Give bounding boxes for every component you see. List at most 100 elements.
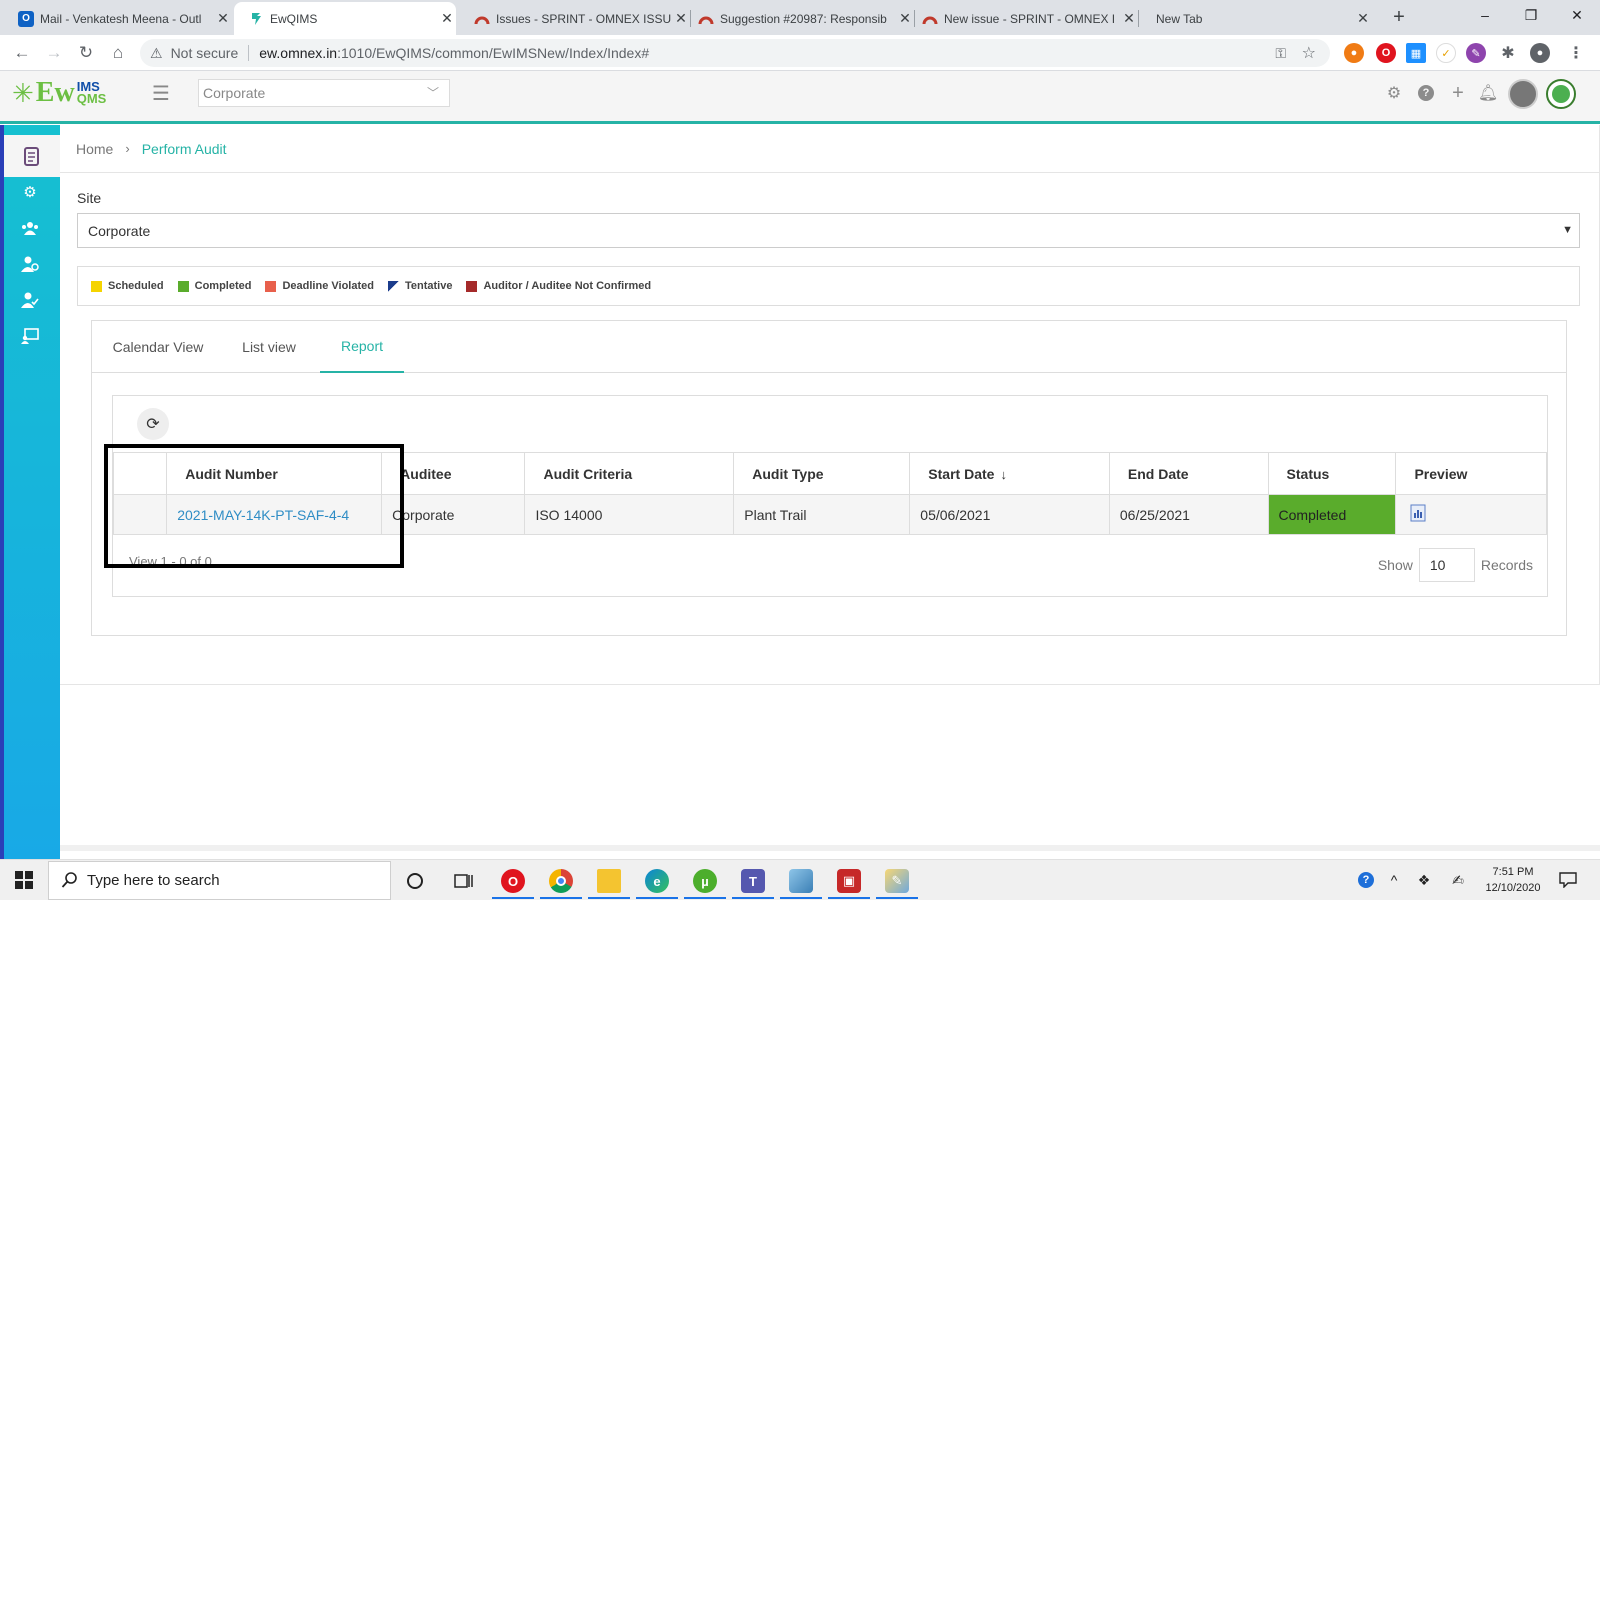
profile-icon[interactable]: ●	[1530, 43, 1550, 63]
sidebar-audit-icon[interactable]	[4, 135, 60, 177]
sidebar-user-check-icon[interactable]	[16, 286, 44, 314]
cortana-icon[interactable]	[392, 863, 438, 899]
column-header-preview[interactable]: Preview	[1395, 452, 1547, 495]
column-header-auditee[interactable]: Auditee	[381, 452, 526, 495]
address-bar[interactable]: ⚠ Not secure ew.omnex.in :1010/EwQIMS/co…	[140, 39, 1330, 67]
legend-swatch	[387, 280, 399, 292]
browser-tab-suggestion[interactable]: Suggestion #20987: Responsib ✕	[692, 2, 914, 35]
url-path[interactable]: :1010/EwQIMS/common/EwIMSNew/Index/Index…	[337, 45, 649, 61]
search-icon	[61, 871, 79, 893]
sidebar-settings-icon[interactable]: ⚙	[16, 178, 44, 206]
legend-completed: Completed	[177, 280, 251, 292]
site-dropdown[interactable]: Corporate ▼	[77, 213, 1580, 248]
help-tray-icon[interactable]: ?	[1356, 870, 1376, 890]
close-icon[interactable]: ✕	[438, 10, 456, 27]
opera-taskbar-icon[interactable]: O	[490, 863, 536, 899]
column-header-audit-type[interactable]: Audit Type	[733, 452, 911, 495]
tab-list-view[interactable]: List view	[224, 321, 314, 373]
forward-icon[interactable]: →	[42, 41, 66, 65]
utorrent-taskbar-icon[interactable]: µ	[682, 863, 728, 899]
browser-tab-new-tab[interactable]: New Tab ✕	[1150, 2, 1372, 35]
legend-scheduled: Scheduled	[91, 280, 164, 292]
url-host[interactable]: ew.omnex.in	[259, 45, 337, 61]
legend-tentative: Tentative	[387, 280, 452, 292]
settings-gear-icon[interactable]: ⚙	[1384, 83, 1404, 103]
security-label[interactable]: Not secure	[171, 45, 239, 61]
refresh-icon[interactable]: ⟳	[137, 408, 169, 440]
company-logo-icon[interactable]	[1546, 79, 1576, 109]
chevron-up-icon[interactable]: ^	[1384, 870, 1404, 890]
firefox-ext-icon[interactable]: ●	[1344, 43, 1364, 63]
security-app-taskbar-icon[interactable]: ▣	[826, 863, 872, 899]
help-icon[interactable]: ?	[1416, 83, 1436, 103]
new-tab-button[interactable]: +	[1388, 6, 1410, 28]
task-view-icon[interactable]	[440, 863, 486, 899]
reload-icon[interactable]: ↻	[74, 41, 98, 65]
report-preview-icon[interactable]	[1410, 504, 1426, 525]
ewqims-logo[interactable]: ✳ Ew IMS QMS	[12, 77, 106, 109]
more-menu-icon[interactable]: ⋮	[1566, 43, 1586, 63]
column-header-audit-criteria[interactable]: Audit Criteria	[524, 452, 735, 495]
end-date-cell: 06/25/2021	[1108, 494, 1269, 535]
close-icon[interactable]: ✕	[672, 10, 690, 27]
column-header-end-date[interactable]: End Date	[1108, 452, 1269, 495]
windows-start-icon[interactable]	[14, 870, 34, 890]
restore-button[interactable]: ❐	[1508, 0, 1554, 30]
browser-tab-outlook[interactable]: O Mail - Venkatesh Meena - Outl ✕	[10, 2, 232, 35]
row-select-cell[interactable]	[112, 494, 168, 535]
back-icon[interactable]: ←	[10, 41, 34, 65]
audit-report-table: Audit Number Auditee Audit Criteria Audi…	[112, 452, 1547, 535]
opera-ext-icon[interactable]: O	[1376, 43, 1396, 63]
chrome-taskbar-icon[interactable]	[538, 863, 584, 899]
paint-taskbar-icon[interactable]: ✎	[874, 863, 920, 899]
app-taskbar-icon[interactable]	[778, 863, 824, 899]
close-icon[interactable]: ✕	[1120, 10, 1138, 27]
browser-tab-ewqims[interactable]: EwQIMS ✕	[234, 2, 456, 35]
horizontal-scrollbar[interactable]	[60, 845, 1600, 851]
warning-icon[interactable]: ⚠	[150, 45, 163, 62]
extensions-icon[interactable]: ✱	[1498, 43, 1518, 63]
table-row[interactable]: 2021-MAY-14K-PT-SAF-4-4 Corporate ISO 14…	[112, 494, 1547, 535]
sort-down-icon[interactable]: ↓	[1000, 467, 1007, 482]
breadcrumb-home-link[interactable]: Home	[76, 141, 113, 157]
file-explorer-taskbar-icon[interactable]	[586, 863, 632, 899]
hamburger-menu-icon[interactable]: ☰	[152, 81, 170, 106]
minimize-button[interactable]: –	[1462, 0, 1508, 30]
user-avatar[interactable]	[1508, 79, 1538, 109]
browser-tab-issues[interactable]: Issues - SPRINT - OMNEX ISSU ✕	[468, 2, 690, 35]
tab-label: Suggestion #20987: Responsib	[720, 11, 887, 26]
browser-tab-new-issue[interactable]: New issue - SPRINT - OMNEX I ✕	[916, 2, 1138, 35]
legend-label: Deadline Violated	[282, 280, 374, 292]
sidebar-user-settings-icon[interactable]	[16, 250, 44, 278]
tab-calendar-view[interactable]: Calendar View	[92, 321, 224, 373]
tab-report[interactable]: Report	[320, 321, 404, 373]
column-header-status[interactable]: Status	[1267, 452, 1397, 495]
window-close-button[interactable]: ✕	[1554, 0, 1600, 30]
bell-icon[interactable]: 🔔︎	[1478, 83, 1498, 103]
home-icon[interactable]: ⌂	[106, 41, 130, 65]
sidebar-presentation-icon[interactable]	[16, 322, 44, 350]
windows-ext-icon[interactable]: ▦	[1406, 43, 1426, 63]
audit-number-link[interactable]: 2021-MAY-14K-PT-SAF-4-4	[166, 494, 383, 535]
column-header-start-date[interactable]: Start Date ↓	[909, 452, 1110, 495]
edge-taskbar-icon[interactable]: e	[634, 863, 680, 899]
page-size-input[interactable]: 10	[1418, 548, 1475, 582]
norton-ext-icon[interactable]: ✓	[1436, 43, 1456, 63]
legend-not-confirmed: Auditor / Auditee Not Confirmed	[466, 280, 651, 292]
column-header-audit-number[interactable]: Audit Number	[166, 452, 383, 495]
close-icon[interactable]: ✕	[1354, 10, 1372, 27]
plus-icon[interactable]: +	[1448, 82, 1468, 104]
star-icon[interactable]: ☆	[1302, 43, 1316, 63]
pen-ext-icon[interactable]: ✎	[1466, 43, 1486, 63]
teams-taskbar-icon[interactable]: T	[730, 863, 776, 899]
taskbar-search-box[interactable]: Type here to search	[48, 861, 391, 900]
close-icon[interactable]: ✕	[896, 10, 914, 27]
header-site-dropdown[interactable]: Corporate ﹀	[198, 79, 450, 107]
dropbox-icon[interactable]: ❖	[1414, 870, 1434, 890]
close-icon[interactable]: ✕	[214, 10, 232, 27]
pen-tray-icon[interactable]: ✍	[1448, 870, 1468, 890]
sidebar-group-icon[interactable]	[16, 214, 44, 242]
taskbar-clock[interactable]: 7:51 PM 12/10/2020	[1478, 864, 1548, 896]
key-icon[interactable]: ⚿	[1275, 45, 1286, 62]
notification-center-icon[interactable]	[1558, 870, 1578, 890]
